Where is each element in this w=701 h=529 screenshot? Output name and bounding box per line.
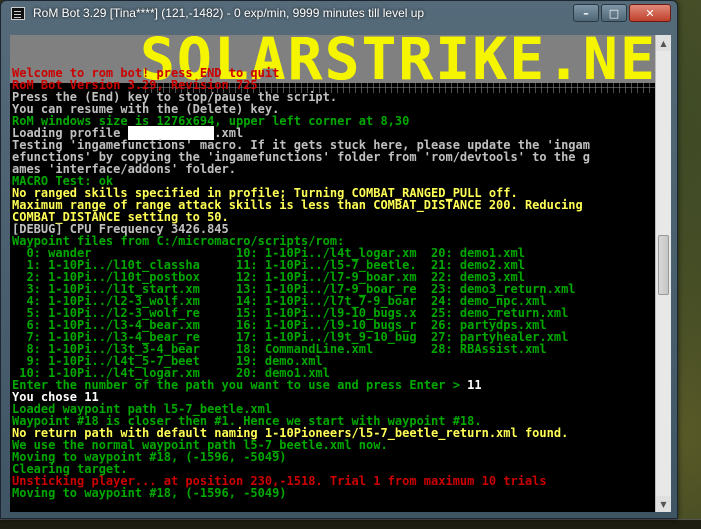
scroll-up-icon[interactable]: ▲ bbox=[656, 35, 671, 51]
console-output[interactable]: SOLARSTRIKE.NET Welcome to rom bot! pres… bbox=[10, 35, 655, 512]
scroll-down-icon[interactable]: ▼ bbox=[656, 496, 671, 512]
game-chat-bar bbox=[0, 519, 701, 529]
console-line-suffix: 11 bbox=[467, 378, 482, 392]
window-controls: – □ ✕ bbox=[573, 4, 671, 22]
console-lines: Welcome to rom bot! press END to quit RoM… bbox=[12, 35, 655, 499]
minimize-button[interactable]: – bbox=[573, 4, 599, 22]
window-title: RoM Bot 3.29 [Tina****] (121,-1482) - 0 … bbox=[33, 6, 425, 20]
vertical-scrollbar[interactable]: ▲ ▼ bbox=[655, 35, 671, 512]
console-icon bbox=[11, 7, 25, 20]
title-bar[interactable]: RoM Bot 3.29 [Tina****] (121,-1482) - 0 … bbox=[1, 1, 677, 27]
close-button[interactable]: ✕ bbox=[629, 4, 671, 22]
scrollbar-thumb[interactable] bbox=[658, 235, 669, 295]
console-line: Moving to waypoint #18, (-1596, -5049) bbox=[12, 487, 655, 499]
console-line-text: Moving to waypoint #18, (-1596, -5049) bbox=[12, 486, 287, 500]
console-line: Enter the number of the path you want to… bbox=[12, 379, 655, 391]
maximize-button[interactable]: □ bbox=[601, 4, 627, 22]
